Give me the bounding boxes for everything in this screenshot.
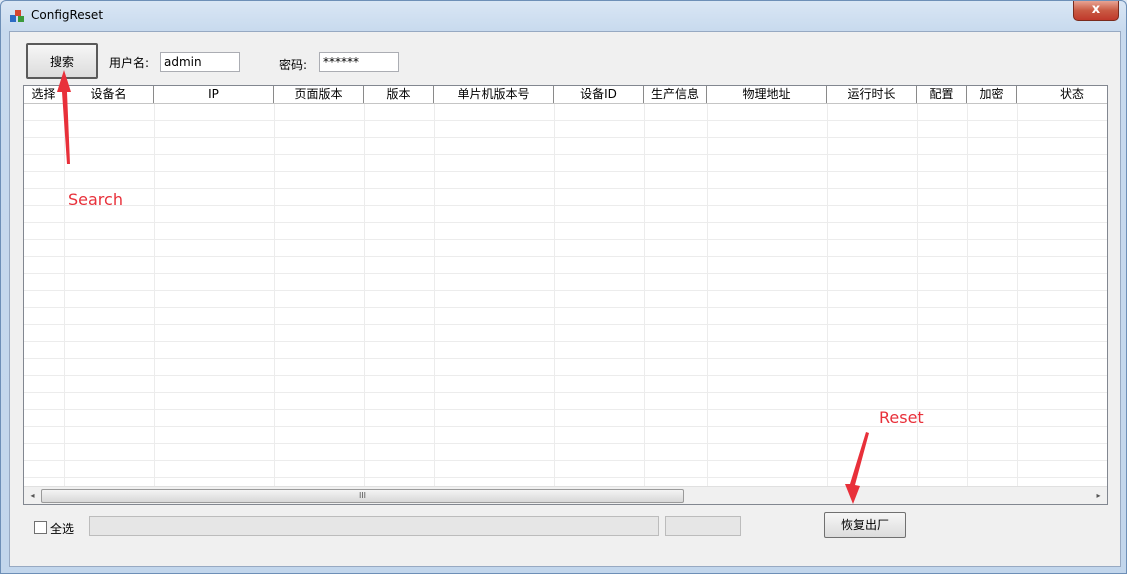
factory-reset-button[interactable]: 恢复出厂 [824, 512, 906, 538]
device-table[interactable]: 选择 设备名 IP 页面版本 版本 单片机版本号 设备ID 生产信息 物理地址 … [23, 85, 1108, 505]
column-header-device-name[interactable]: 设备名 [64, 86, 154, 103]
column-header-config[interactable]: 配置 [917, 86, 967, 103]
table-header: 选择 设备名 IP 页面版本 版本 单片机版本号 设备ID 生产信息 物理地址 … [24, 86, 1107, 104]
column-divider [967, 104, 968, 487]
column-header-ip[interactable]: IP [154, 86, 274, 103]
scroll-left-icon[interactable]: ◂ [24, 487, 41, 504]
progress-bar [89, 516, 659, 536]
column-header-production-info[interactable]: 生产信息 [644, 86, 707, 103]
column-header-mac-address[interactable]: 物理地址 [707, 86, 827, 103]
column-divider [1017, 104, 1018, 487]
window-title: ConfigReset [31, 8, 104, 22]
client-area: 搜索 用户名: 密码: 选择 设备名 IP 页面版本 版本 单片机版本号 设备I… [9, 31, 1121, 567]
reset-annotation: Reset [879, 408, 924, 427]
column-header-status[interactable]: 状态 [1017, 86, 1107, 103]
search-button[interactable]: 搜索 [26, 43, 98, 79]
column-divider [827, 104, 828, 487]
password-field[interactable] [319, 52, 399, 72]
column-divider [154, 104, 155, 487]
app-icon [10, 10, 24, 22]
select-all-label: 全选 [50, 522, 75, 536]
scroll-right-icon[interactable]: ▸ [1090, 487, 1107, 504]
column-divider [917, 104, 918, 487]
column-header-device-id[interactable]: 设备ID [554, 86, 644, 103]
column-header-encryption[interactable]: 加密 [967, 86, 1017, 103]
column-header-uptime[interactable]: 运行时长 [827, 86, 917, 103]
scroll-thumb[interactable]: III [41, 489, 684, 503]
column-divider [64, 104, 65, 487]
password-label: 密码: [279, 58, 308, 72]
close-button[interactable]: x [1073, 1, 1119, 21]
username-field[interactable] [160, 52, 240, 72]
horizontal-scrollbar[interactable]: ◂ III ▸ [24, 486, 1107, 504]
column-divider [434, 104, 435, 487]
column-header-mcu-version[interactable]: 单片机版本号 [434, 86, 554, 103]
title-bar[interactable]: ConfigReset x [1, 1, 1126, 31]
select-all-checkbox[interactable] [34, 521, 47, 534]
column-divider [644, 104, 645, 487]
column-divider [707, 104, 708, 487]
status-box [665, 516, 741, 536]
column-divider [554, 104, 555, 487]
column-divider [364, 104, 365, 487]
column-header-version[interactable]: 版本 [364, 86, 434, 103]
column-header-page-version[interactable]: 页面版本 [274, 86, 364, 103]
table-body [24, 104, 1107, 487]
username-label: 用户名: [109, 56, 150, 70]
search-annotation: Search [68, 190, 123, 209]
app-window: ConfigReset x 搜索 用户名: 密码: 选择 设备名 IP 页面版本… [0, 0, 1127, 574]
column-header-select[interactable]: 选择 [24, 86, 64, 103]
column-divider [274, 104, 275, 487]
